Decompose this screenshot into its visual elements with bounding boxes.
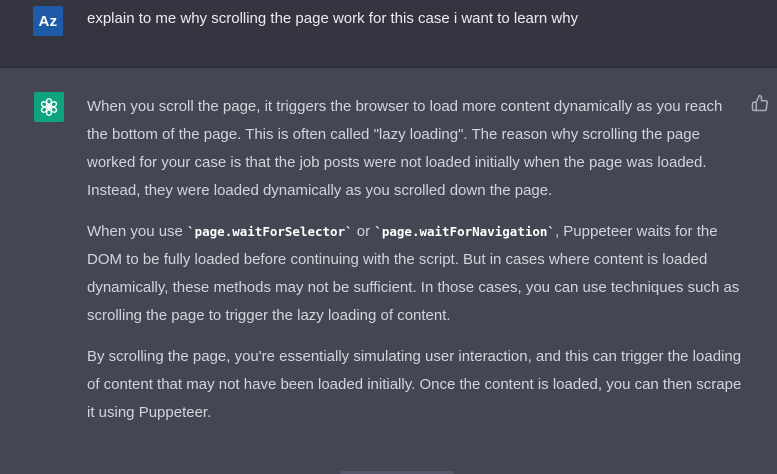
inline-code-wait-for-selector: `page.waitForSelector` bbox=[187, 224, 353, 239]
openai-logo-icon bbox=[34, 92, 64, 122]
user-avatar: Az bbox=[33, 6, 63, 36]
user-message-text: explain to me why scrolling the page wor… bbox=[87, 10, 579, 27]
thumbs-up-icon[interactable] bbox=[751, 94, 769, 112]
assistant-paragraph-1: When you scroll the page, it triggers th… bbox=[87, 98, 723, 199]
assistant-paragraph-2: When you use `page.waitForSelector` or `… bbox=[87, 218, 747, 330]
assistant-paragraph-3: By scrolling the page, you're essentiall… bbox=[87, 348, 742, 421]
user-message-row: Az explain to me why scrolling the page … bbox=[0, 0, 777, 68]
paragraph-2-text-start: When you use bbox=[87, 223, 188, 240]
assistant-message-text: When you scroll the page, it triggers th… bbox=[87, 93, 747, 440]
paragraph-2-text-or: or bbox=[352, 223, 375, 240]
inline-code-wait-for-navigation: `page.waitForNavigation` bbox=[374, 224, 555, 239]
assistant-message-row: When you scroll the page, it triggers th… bbox=[0, 68, 777, 474]
